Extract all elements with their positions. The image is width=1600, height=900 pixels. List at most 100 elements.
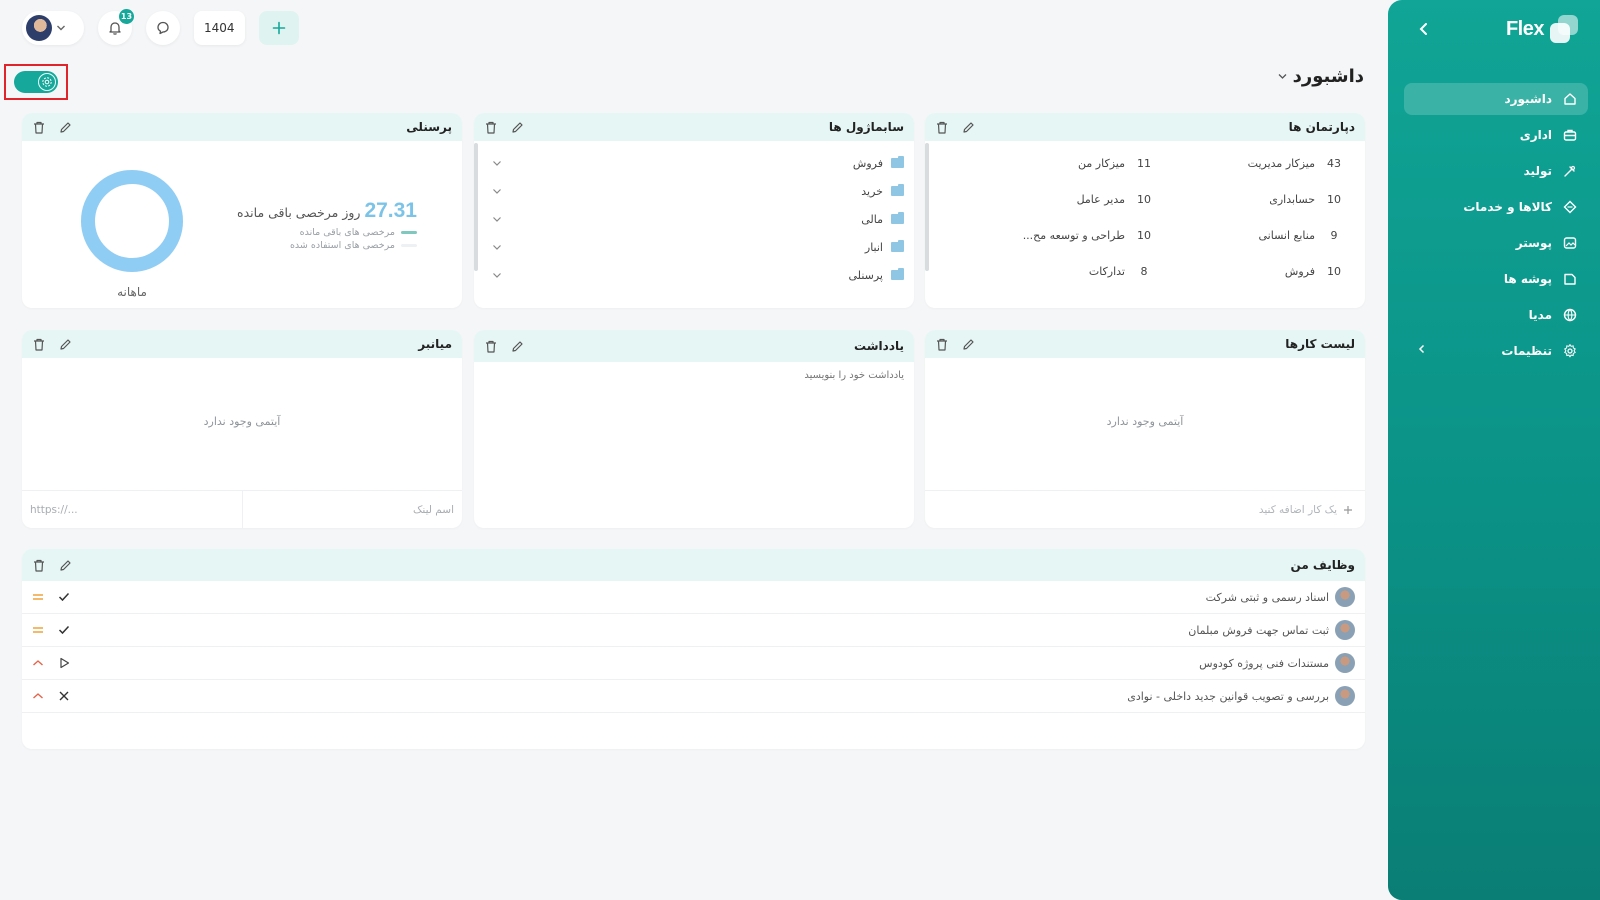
card-header: دپارتمان ها [925,113,1365,141]
card-actions [484,120,524,134]
page-title[interactable]: داشبورد [1278,66,1364,87]
notifications-button[interactable]: 13 [98,9,134,45]
task-row[interactable]: ثبت تماس جهت فروش مبلمان [22,614,1365,647]
department-item[interactable]: 10 حسابداری [1153,193,1343,206]
sidebar-item-dashboard[interactable]: داشبورد [1404,83,1588,115]
scrollbar[interactable] [474,143,478,271]
card-actions [32,558,72,572]
check-icon[interactable] [58,625,70,635]
briefcase-icon [1562,127,1578,143]
delete-widget-button[interactable] [484,339,498,353]
department-count: 9 [1330,229,1338,242]
submodule-item[interactable]: فروش [492,149,904,177]
gear-icon [1562,343,1578,359]
sidebar-item-folders[interactable]: پوشه ها [1404,263,1588,295]
edit-widget-button[interactable] [58,558,72,572]
task-row[interactable]: بررسی و تصویب قوانین جدید داخلی - نوادی [22,680,1365,713]
fiscal-year-selector[interactable]: 1404 [194,11,245,45]
card-actions [935,337,975,351]
legend-used: مرخصی های استفاده شده [237,240,417,251]
department-item[interactable]: 10 مدیر عامل [963,193,1153,206]
pencil-icon [511,340,523,352]
edit-mode-toggle[interactable] [14,71,58,93]
department-item[interactable]: 8 تدارکات [963,265,1153,278]
check-icon[interactable] [58,592,70,602]
delete-widget-button[interactable] [32,337,46,351]
submodule-item[interactable]: خرید [492,177,904,205]
notes-textarea[interactable] [474,362,914,528]
add-task-input[interactable]: یک کار اضافه کنید [925,490,1365,528]
department-count: 8 [1140,265,1148,278]
edit-widget-button[interactable] [58,120,72,134]
logo[interactable]: Flex [1506,15,1578,43]
scrollbar[interactable] [925,143,929,271]
sidebar-item-products-services[interactable]: کالاها و خدمات [1404,191,1588,223]
department-name: طراحی و توسعه مح... [1022,229,1125,242]
chevron-down-icon[interactable] [492,244,502,251]
empty-state: آیتمی وجود ندارد [1106,415,1184,428]
card-title: یادداشت [854,339,904,353]
chevron-down-icon [57,25,65,31]
support-chat-button[interactable] [146,11,180,45]
sidebar-item-production[interactable]: تولید [1404,155,1588,187]
edit-widget-button[interactable] [510,339,524,353]
edit-widget-button[interactable] [961,337,975,351]
notification-count-badge: 13 [119,9,134,24]
edit-widget-button[interactable] [961,120,975,134]
submodule-item[interactable]: انبار [492,233,904,261]
department-item[interactable]: 9 منابع انسانی [1153,229,1343,242]
sidebar-item-media[interactable]: مدیا [1404,299,1588,331]
sidebar-item-poster[interactable]: پوستر [1404,227,1588,259]
user-menu[interactable] [22,11,84,45]
submodule-item[interactable]: پرسنلی [492,261,904,289]
submodule-item[interactable]: مالی [492,205,904,233]
department-item[interactable]: 43 میزکار مدیریت [1153,157,1343,170]
add-button[interactable] [258,11,299,45]
chevron-down-icon[interactable] [492,188,502,195]
sidebar-item-label: پوستر [1515,236,1552,250]
chevron-down-icon [1278,74,1287,79]
legend-remaining: مرخصی های باقی مانده [237,227,417,238]
play-icon[interactable] [58,657,70,669]
delete-widget-button[interactable] [484,120,498,134]
tasks-list: اسناد رسمی و ثبتی شرکت ثبت تماس جهت فروش… [22,581,1365,713]
delete-widget-button[interactable] [935,337,949,351]
department-count: 10 [1137,229,1151,242]
link-url-input[interactable]: https://... [22,491,242,528]
department-item[interactable]: 10 طراحی و توسعه مح... [963,229,1153,242]
department-count: 43 [1327,157,1341,170]
trash-icon [486,340,496,353]
chevron-down-icon[interactable] [492,216,502,223]
avatar [1335,620,1355,640]
department-item[interactable]: 11 میزکار من [963,157,1153,170]
task-row[interactable]: مستندات فنی پروژه کودوس [22,647,1365,680]
departments-list: 43 میزکار مدیریت 11 میزکار من 10 حسابداری 1… [963,157,1343,278]
sidebar-item-settings[interactable]: تنظیمات [1404,335,1588,367]
submodules-list: فروش خرید مالی انبار پرسنلی [492,149,904,289]
legend-swatch [401,244,417,247]
sidebar-item-label: تولید [1523,164,1552,178]
card-title: لیست کارها [1285,337,1355,351]
task-title: اسناد رسمی و ثبتی شرکت [1205,590,1329,604]
delete-widget-button[interactable] [32,558,46,572]
edit-widget-button[interactable] [510,120,524,134]
sidebar-nav: داشبورد اداری تولید کالاها و خدمات پوستر… [1388,58,1600,367]
sidebar-item-administrative[interactable]: اداری [1404,119,1588,151]
submodule-name: پرسنلی [848,268,883,282]
chevron-down-icon[interactable] [492,272,502,279]
department-item[interactable]: 10 فروش [1153,265,1343,278]
close-icon[interactable] [58,690,70,702]
chevron-down-icon[interactable] [492,160,502,167]
edit-widget-button[interactable] [58,337,72,351]
task-row[interactable]: اسناد رسمی و ثبتی شرکت [22,581,1365,614]
delete-widget-button[interactable] [935,120,949,134]
link-name-input[interactable]: اسم لینک [241,491,463,528]
topbar: 13 1404 [22,9,299,46]
collapse-sidebar-button[interactable] [1414,19,1434,39]
add-task-placeholder: یک کار اضافه کنید [1258,503,1337,516]
delete-widget-button[interactable] [32,120,46,134]
folder-icon [891,268,904,280]
avatar [26,15,52,41]
chevron-left-icon [1419,23,1427,35]
leave-donut-chart [81,170,183,272]
